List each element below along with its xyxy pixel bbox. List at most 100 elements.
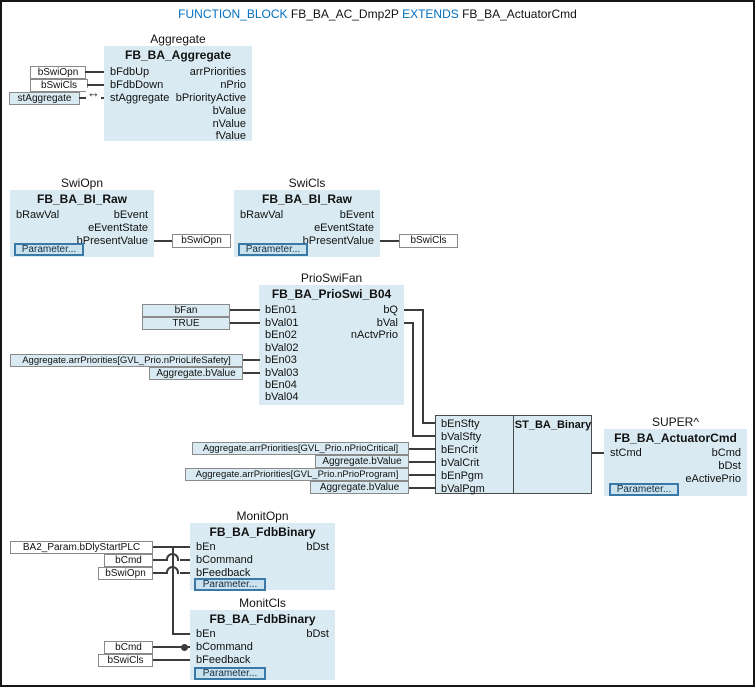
var-box-bswiopn-out[interactable]: bSwiOpn	[172, 234, 231, 248]
parameter-button[interactable]: Parameter...	[14, 243, 84, 256]
wire	[153, 659, 190, 661]
function-block-name: FB_BA_AC_Dmp2P	[291, 7, 399, 21]
input-pin[interactable]: stCmd	[610, 447, 642, 460]
cfc-editor-canvas[interactable]: FUNCTION_BLOCK FB_BA_AC_Dmp2P EXTENDS FB…	[0, 0, 755, 687]
fb-prioswifan[interactable]: FB_BA_PrioSwi_B04 bEn01 bVal01 bEn02 bVa…	[259, 285, 404, 405]
input-pin[interactable]: bFdbUp	[110, 66, 149, 79]
struct-field[interactable]: bEnCrit	[441, 444, 478, 457]
input-pin[interactable]: bVal04	[265, 391, 298, 404]
var-box-ba2-param[interactable]: BA2_Param.bDlyStartPLC	[10, 541, 153, 554]
var-box-staggregate[interactable]: stAggregate	[9, 92, 80, 105]
output-pin[interactable]: bDst	[306, 541, 329, 554]
var-box-bcmd[interactable]: bCmd	[104, 554, 153, 567]
input-pin[interactable]: bEn02	[265, 329, 297, 342]
output-pin[interactable]: eEventState	[314, 222, 374, 235]
output-pin[interactable]: eEventState	[88, 222, 148, 235]
wire-hop	[166, 553, 179, 561]
input-pin[interactable]: bCommand	[196, 554, 253, 567]
input-pin[interactable]: bFdbDown	[110, 79, 163, 92]
fb-aggregate[interactable]: FB_BA_Aggregate bFdbUp bFdbDown stAggreg…	[104, 46, 252, 141]
input-pin[interactable]: stAggregate	[110, 92, 169, 105]
output-pin[interactable]: bCmd	[712, 447, 741, 460]
fb-monitcls[interactable]: FB_BA_FdbBinary bEn bCommand bFeedback b…	[190, 610, 335, 680]
wire	[230, 322, 260, 324]
struct-field[interactable]: bEnPgm	[441, 470, 483, 483]
output-pin[interactable]: fValue	[216, 130, 246, 143]
keyword-extends: EXTENDS	[402, 7, 459, 21]
var-box-bswicls-out[interactable]: bSwiCls	[399, 234, 458, 248]
var-box-bcmd[interactable]: bCmd	[104, 641, 153, 654]
wire	[172, 633, 190, 635]
output-pin[interactable]: arrPriorities	[190, 66, 246, 79]
junction-dot	[181, 644, 188, 651]
var-box-agg-bvalue[interactable]: Aggregate.bValue	[310, 481, 409, 494]
output-pin[interactable]: bEvent	[340, 209, 374, 222]
output-pin[interactable]: bDst	[306, 628, 329, 641]
var-box-prio-program[interactable]: Aggregate.arrPriorities[GVL_Prio.nPrioPr…	[185, 468, 409, 481]
input-pin[interactable]: bEn03	[265, 354, 297, 367]
struct-st-ba-binary[interactable]: ST_BA_Binary bEnSfty bValSfty bEnCrit bV…	[435, 415, 592, 494]
fb-swiopn[interactable]: FB_BA_BI_Raw bRawVal bEvent eEventState …	[10, 190, 154, 257]
output-pin[interactable]: nActvPrio	[351, 329, 398, 342]
input-pin[interactable]: bRawVal	[240, 209, 283, 222]
output-pin[interactable]: bQ	[383, 304, 398, 317]
output-pin[interactable]: eActivePrio	[685, 473, 741, 486]
input-pin[interactable]: bEn	[196, 628, 216, 641]
wire	[592, 452, 604, 454]
parameter-button[interactable]: Parameter...	[194, 578, 266, 591]
var-box-prio-critical[interactable]: Aggregate.arrPriorities[GVL_Prio.nPrioCr…	[192, 442, 409, 455]
parameter-button[interactable]: Parameter...	[238, 243, 308, 256]
input-pin[interactable]: bCommand	[196, 641, 253, 654]
instance-label-aggregate: Aggregate	[104, 32, 252, 46]
wire	[85, 71, 104, 73]
fb-super-actuatorcmd[interactable]: FB_BA_ActuatorCmd stCmd bCmd bDst eActiv…	[604, 429, 747, 496]
wire	[422, 309, 424, 424]
parent-block-name: FB_BA_ActuatorCmd	[462, 7, 577, 21]
output-pin[interactable]: bPresentValue	[303, 235, 374, 248]
fb-type-label: FB_BA_PrioSwi_B04	[259, 287, 404, 301]
input-pin[interactable]: bEn01	[265, 304, 297, 317]
wire	[409, 474, 436, 476]
var-box-agg-bvalue[interactable]: Aggregate.bValue	[149, 367, 243, 380]
output-pin[interactable]: bPresentValue	[77, 235, 148, 248]
output-pin[interactable]: bValue	[213, 105, 246, 118]
struct-field[interactable]: bValPgm	[441, 483, 485, 496]
var-box-prio-lifesafety[interactable]: Aggregate.arrPriorities[GVL_Prio.nPrioLi…	[10, 354, 243, 367]
input-pin[interactable]: bFeedback	[196, 654, 250, 667]
output-pin[interactable]: bPriorityActive	[176, 92, 246, 105]
wire	[380, 240, 399, 242]
wire	[409, 448, 436, 450]
output-pin[interactable]: nPrio	[220, 79, 246, 92]
struct-type-label: ST_BA_Binary	[514, 419, 592, 431]
struct-field[interactable]: bValCrit	[441, 457, 479, 470]
wire-hop	[166, 566, 179, 574]
wire	[404, 309, 424, 311]
var-box-bswiopn-fb[interactable]: bSwiOpn	[98, 567, 153, 580]
struct-field[interactable]: bEnSfty	[441, 418, 480, 431]
var-box-bfan[interactable]: bFan	[142, 304, 230, 317]
var-box-bswicls[interactable]: bSwiCls	[30, 79, 88, 92]
parameter-button[interactable]: Parameter...	[194, 667, 266, 680]
input-pin[interactable]: bRawVal	[16, 209, 59, 222]
fb-type-label: FB_BA_BI_Raw	[10, 192, 154, 206]
fb-swicls[interactable]: FB_BA_BI_Raw bRawVal bEvent eEventState …	[234, 190, 380, 257]
wire	[412, 435, 436, 437]
wire	[154, 240, 172, 242]
instance-label-swicls: SwiCls	[234, 176, 380, 190]
wire	[409, 487, 436, 489]
instance-label-prioswifan: PrioSwiFan	[259, 271, 404, 285]
struct-field[interactable]: bValSfty	[441, 431, 481, 444]
instance-label-monitcls: MonitCls	[190, 596, 335, 610]
wire	[180, 572, 190, 574]
input-pin[interactable]: bEn	[196, 541, 216, 554]
var-box-bswiopn[interactable]: bSwiOpn	[30, 66, 86, 79]
output-pin[interactable]: bDst	[718, 460, 741, 473]
var-box-bswicls-fb[interactable]: bSwiCls	[98, 654, 153, 667]
output-pin[interactable]: bEvent	[114, 209, 148, 222]
wire	[412, 322, 414, 437]
parameter-button[interactable]: Parameter...	[609, 483, 679, 496]
fb-type-label: FB_BA_FdbBinary	[190, 525, 335, 539]
fb-monitopn[interactable]: FB_BA_FdbBinary bEn bCommand bFeedback b…	[190, 523, 335, 590]
var-box-agg-bvalue[interactable]: Aggregate.bValue	[315, 455, 409, 468]
var-box-true[interactable]: TRUE	[142, 317, 230, 330]
